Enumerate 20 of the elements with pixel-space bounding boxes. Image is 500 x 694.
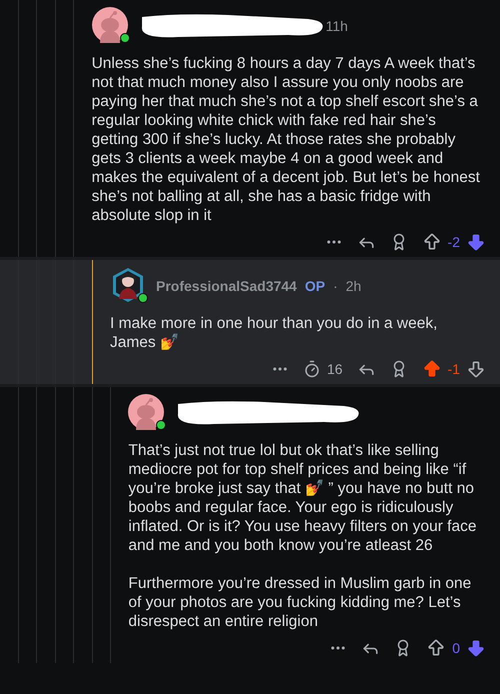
comment-text: Unless she’s fucking 8 hours a day 7 days A week that’s not that much money also I assure you only noobs are paying her that much she’s not a top shelf escort she’s a regular looking white chick with fake red hair she’s getting 300 if she’s lucky. At those rates she probably gets 3 clients a week maybe 4 on a good week and makes the equivalent of a decent job. But let’s be honest she’s not balling at all, she has a basic fridge with absolute slop in it	[92, 54, 481, 225]
downvote-icon[interactable]	[466, 638, 486, 658]
timer-icon[interactable]	[302, 360, 321, 378]
comment-text: Furthermore you’re dressed in Muslim garb in one of your photos are you fucking kidding me? Let’s disrespect an entire religion	[128, 574, 472, 631]
comment-text: I make more in one hour than you do in a week, James 💅	[110, 314, 438, 352]
upvote-icon[interactable]	[422, 232, 442, 252]
comment-text: That’s just not true lol but ok that’s like selling mediocre pot for top shelf prices and being like “if you’re broke just say that 💅 ” you have no butt no boobs and regular face. Your ego is ridiculously inflated. Or is it? You use heavy filters on your face and me and you both know you’re atleast 26	[128, 441, 478, 555]
timestamp: 2h	[346, 278, 362, 294]
op-label: OP	[304, 278, 326, 294]
vote-score: 0	[452, 640, 460, 656]
vote-score: -1	[448, 361, 460, 377]
downvote-icon[interactable]	[466, 359, 486, 379]
upvote-icon[interactable]	[426, 638, 446, 658]
vote-score: -2	[448, 234, 460, 250]
downvote-icon[interactable]	[466, 232, 486, 252]
timer-count: 16	[326, 361, 343, 377]
username[interactable]: ProfessionalSad3744	[156, 278, 297, 294]
upvote-icon[interactable]	[422, 359, 442, 379]
separator-dot: ·	[333, 278, 338, 294]
timestamp: 11h	[326, 18, 348, 34]
